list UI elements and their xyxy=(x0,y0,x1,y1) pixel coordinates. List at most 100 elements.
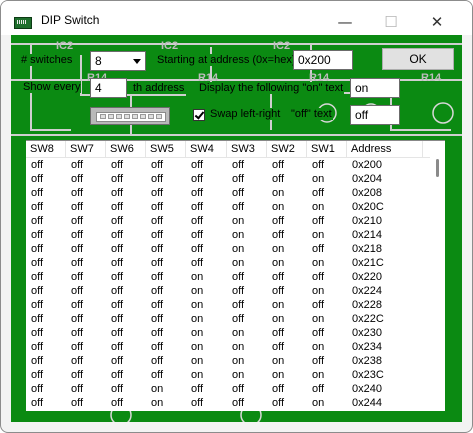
column-header-sw4[interactable]: SW4 xyxy=(186,141,227,157)
table-row[interactable]: off off off off off off on on 0x20C xyxy=(26,200,430,214)
switch-state-cell: on xyxy=(232,327,245,339)
switch-state-cell: off xyxy=(31,229,44,241)
column-header-sw3[interactable]: SW3 xyxy=(227,141,267,157)
ok-button[interactable]: OK xyxy=(382,48,454,70)
column-header-sw2[interactable]: SW2 xyxy=(267,141,307,157)
switch-state-cell: off xyxy=(71,271,84,283)
switch-state-cell: off xyxy=(191,243,204,255)
table-row[interactable]: off off off off on on off off 0x230 xyxy=(26,326,430,340)
switch-state-cell: off xyxy=(272,271,285,283)
address-cell: 0x234 xyxy=(352,341,382,353)
column-header-address[interactable]: Address xyxy=(347,141,423,157)
table-row[interactable]: off off off off off on off off 0x210 xyxy=(26,214,430,228)
switch-state-cell: off xyxy=(31,187,44,199)
switch-state-cell: off xyxy=(31,327,44,339)
switch-state-cell: off xyxy=(191,173,204,185)
switch-state-cell: off xyxy=(71,299,84,311)
address-cell: 0x240 xyxy=(352,383,382,395)
switch-state-cell: on xyxy=(232,215,245,227)
table-row[interactable]: off off off on off off off on 0x244 xyxy=(26,396,430,410)
pcb-pad xyxy=(432,102,454,124)
switch-state-cell: off xyxy=(232,187,245,199)
column-header-sw5[interactable]: SW5 xyxy=(146,141,186,157)
address-cell: 0x210 xyxy=(352,215,382,227)
table-row[interactable]: off off off off off off off on 0x204 xyxy=(26,172,430,186)
table-row[interactable]: off off off off off off off off 0x200 xyxy=(26,158,430,172)
switches-select[interactable]: 8 xyxy=(90,51,146,71)
address-cell: 0x21C xyxy=(352,257,384,269)
table-row[interactable]: off off off off off on on on 0x21C xyxy=(26,256,430,270)
switch-state-cell: off xyxy=(31,313,44,325)
switch-state-cell: off xyxy=(71,341,84,353)
switch-state-cell: off xyxy=(272,215,285,227)
switch-state-cell: off xyxy=(71,215,84,227)
switch-state-cell: on xyxy=(232,355,245,367)
switch-state-cell: off xyxy=(31,257,44,269)
switch-state-cell: off xyxy=(31,383,44,395)
every-value: 4 xyxy=(95,81,102,95)
dip-slot xyxy=(140,114,146,119)
table-row[interactable]: off off off off on off off off 0x220 xyxy=(26,270,430,284)
column-header-sw1[interactable]: SW1 xyxy=(307,141,347,157)
column-header-sw8[interactable]: SW8 xyxy=(26,141,66,157)
switch-state-cell: on xyxy=(312,285,325,297)
table-row[interactable]: off off off off off on off on 0x214 xyxy=(26,228,430,242)
switch-state-cell: on xyxy=(232,257,245,269)
maximize-button[interactable]: ☐ xyxy=(368,9,414,35)
table-row[interactable]: off off off off on off on on 0x22C xyxy=(26,312,430,326)
switch-state-cell: off xyxy=(111,397,124,409)
minimize-button[interactable]: — xyxy=(322,9,368,35)
switch-state-cell: off xyxy=(272,327,285,339)
switch-state-cell: off xyxy=(232,173,245,185)
switch-state-cell: on xyxy=(191,369,204,381)
off-text-label: "off" text xyxy=(290,108,333,120)
on-text-input[interactable]: on xyxy=(350,78,400,98)
switch-state-cell: off xyxy=(232,159,245,171)
switch-state-cell: off xyxy=(71,397,84,409)
switch-state-cell: off xyxy=(71,313,84,325)
address-cell: 0x22C xyxy=(352,313,384,325)
switch-state-cell: on xyxy=(312,341,325,353)
close-button[interactable]: ✕ xyxy=(414,9,460,35)
switch-state-cell: off xyxy=(111,271,124,283)
switch-state-cell: off xyxy=(111,229,124,241)
switch-state-cell: off xyxy=(272,173,285,185)
swap-checkbox[interactable] xyxy=(193,109,205,121)
switch-state-cell: on xyxy=(272,369,285,381)
table-row[interactable]: off off off off on on off on 0x234 xyxy=(26,340,430,354)
address-table: SW8 SW7 SW6 SW5 SW4 SW3 SW2 SW1 Address … xyxy=(26,140,445,411)
dip-switch-preview xyxy=(90,107,170,125)
off-text-input[interactable]: off xyxy=(350,105,400,125)
table-row[interactable]: off off off off on on on off 0x238 xyxy=(26,354,430,368)
table-row[interactable]: off off off on off off off off 0x240 xyxy=(26,382,430,396)
switch-state-cell: off xyxy=(111,383,124,395)
dip-slot xyxy=(132,114,138,119)
switch-state-cell: off xyxy=(232,285,245,297)
table-row[interactable]: off off off off on off on off 0x228 xyxy=(26,298,430,312)
switch-state-cell: on xyxy=(312,369,325,381)
title-bar[interactable]: DIP Switch — ☐ ✕ xyxy=(1,1,472,35)
swap-label: Swap left-right xyxy=(209,108,282,120)
switch-state-cell: off xyxy=(151,173,164,185)
column-header-sw6[interactable]: SW6 xyxy=(106,141,146,157)
pcb-label: IC2 xyxy=(161,40,178,52)
dip-switch-app-icon xyxy=(14,17,32,29)
switch-state-cell: on xyxy=(272,355,285,367)
table-row[interactable]: off off off off on on on on 0x23C xyxy=(26,368,430,382)
table-row[interactable]: off off off off off on on off 0x218 xyxy=(26,242,430,256)
table-row[interactable]: off off off off off off on off 0x208 xyxy=(26,186,430,200)
column-header-sw7[interactable]: SW7 xyxy=(66,141,106,157)
address-cell: 0x200 xyxy=(352,159,382,171)
switch-state-cell: off xyxy=(191,187,204,199)
every-input[interactable]: 4 xyxy=(90,78,127,98)
switch-state-cell: off xyxy=(31,355,44,367)
scrollbar-thumb[interactable] xyxy=(436,159,439,177)
dip-slot xyxy=(156,114,162,119)
table-row[interactable]: off off off off on off off on 0x224 xyxy=(26,284,430,298)
switch-state-cell: off xyxy=(111,341,124,353)
switch-state-cell: off xyxy=(312,271,325,283)
switch-state-cell: off xyxy=(71,285,84,297)
address-input[interactable]: 0x200 xyxy=(293,50,353,70)
switch-state-cell: off xyxy=(312,215,325,227)
vertical-scrollbar[interactable] xyxy=(430,141,445,411)
